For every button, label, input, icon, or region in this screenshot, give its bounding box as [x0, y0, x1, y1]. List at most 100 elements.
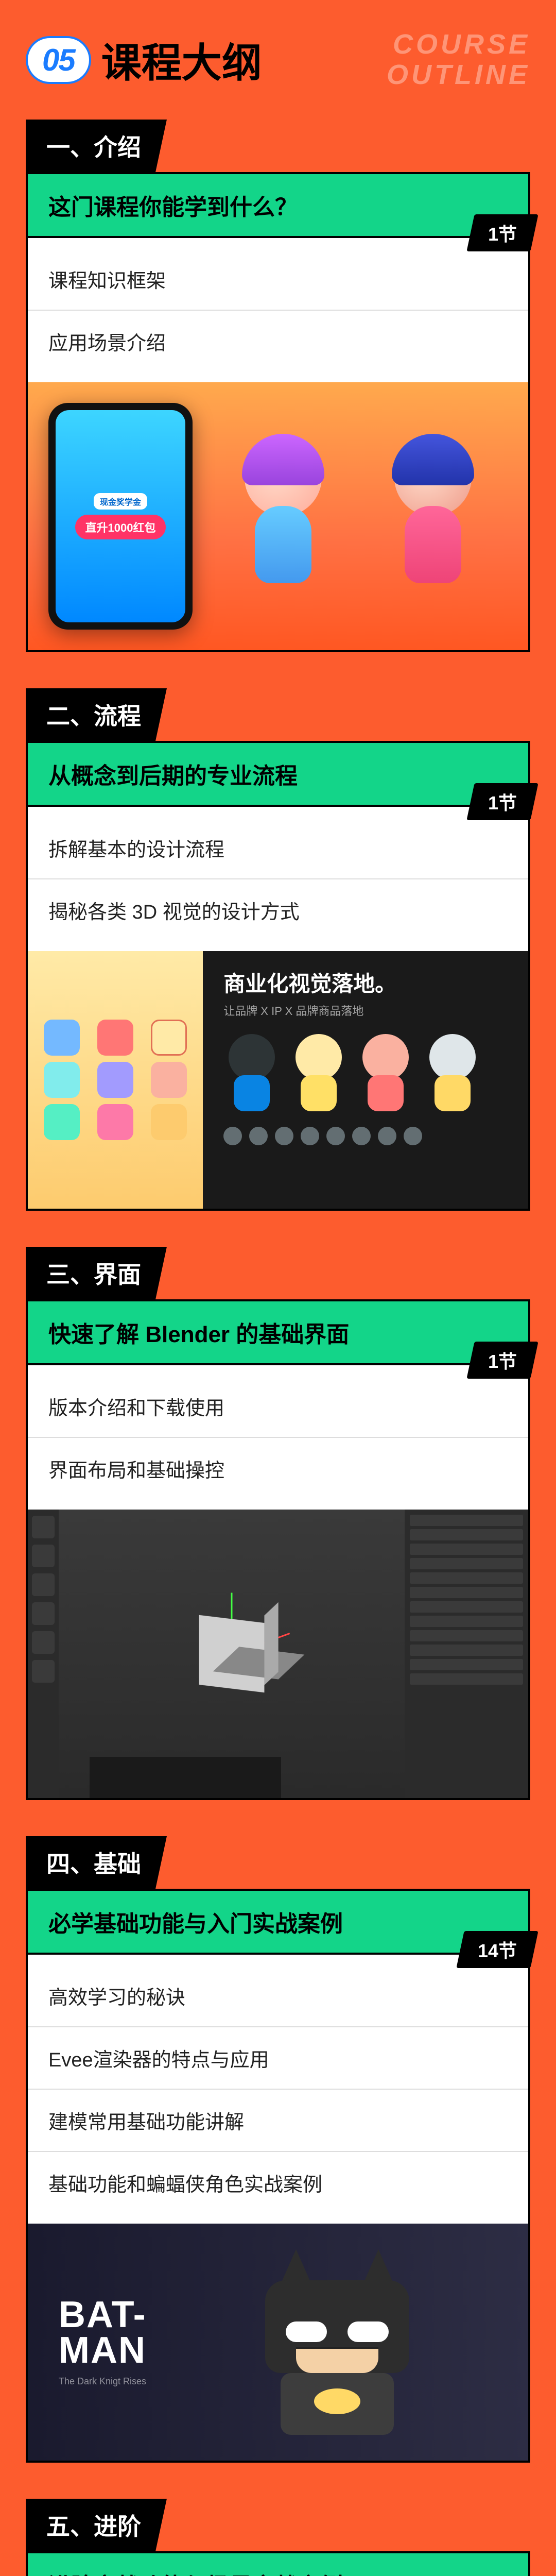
section-tag: 五、进阶	[26, 2499, 167, 2551]
character-group	[208, 434, 508, 599]
app-icon	[97, 1062, 133, 1098]
lesson-count-badge: 1节	[466, 214, 538, 251]
section-body: 这门课程你能学到什么？ 1节 课程知识框架 应用场景介绍 现金奖学金 直升100…	[26, 172, 530, 652]
phone-mockup: 现金奖学金 直升1000红包	[48, 403, 193, 630]
lesson-count-badge: 1节	[466, 783, 538, 820]
panel-row	[410, 1601, 523, 1613]
section-subtitle: 快速了解 Blender 的基础界面	[28, 1301, 528, 1365]
section-tag: 二、流程	[26, 688, 167, 741]
brand-logo-icon	[378, 1127, 396, 1145]
brand-logo-icon	[275, 1127, 293, 1145]
batman-title-line1: BAT-	[59, 2297, 147, 2332]
section-body: 从概念到后期的专业流程 1节 拆解基本的设计流程 揭秘各类 3D 视觉的设计方式…	[26, 741, 530, 1211]
panel-row	[410, 1645, 523, 1656]
tool-icon	[32, 1631, 55, 1654]
panel-row	[410, 1659, 523, 1670]
bullet-list: 拆解基本的设计流程 揭秘各类 3D 视觉的设计方式	[28, 807, 528, 951]
list-item: 基础功能和蝙蝠侠角色实战案例	[28, 2152, 528, 2213]
page: 05 课程大纲 COURSE OUTLINE 一、介绍 这门课程你能学到什么？ …	[0, 0, 556, 2576]
section-tag: 三、界面	[26, 1247, 167, 1299]
panel-row	[410, 1529, 523, 1540]
subtitle-line1: COURSE	[387, 29, 530, 60]
panel-row	[410, 1544, 523, 1555]
blender-timeline	[90, 1757, 281, 1798]
app-icon	[44, 1020, 80, 1056]
character-icon	[387, 434, 479, 599]
character-icon	[223, 1034, 280, 1116]
panel-row	[410, 1630, 523, 1641]
blender-viewport	[59, 1510, 405, 1798]
section-image: 现金奖学金 直升1000红包	[28, 382, 528, 650]
panel-row	[410, 1673, 523, 1685]
batman-subtitle: The Dark Knigt Rises	[59, 2376, 147, 2387]
image-title: 商业化视觉落地。	[223, 967, 508, 998]
list-item: Evee渲染器的特点与应用	[28, 2027, 528, 2090]
bullet-list: 高效学习的秘诀 Evee渲染器的特点与应用 建模常用基础功能讲解 基础功能和蝙蝠…	[28, 1955, 528, 2224]
section-1: 一、介绍 这门课程你能学到什么？ 1节 课程知识框架 应用场景介绍 现金奖学金 …	[26, 120, 530, 652]
subtitle-line2: OUTLINE	[387, 60, 530, 90]
phone-screen: 现金奖学金 直升1000红包	[56, 410, 185, 622]
tool-icon	[32, 1602, 55, 1625]
character-row	[223, 1034, 508, 1116]
section-header: 05 课程大纲 COURSE OUTLINE	[26, 31, 530, 89]
app-icon	[44, 1062, 80, 1098]
lesson-count-badge: 14节	[456, 1931, 538, 1968]
app-icon	[151, 1020, 187, 1056]
header-subtitle: COURSE OUTLINE	[387, 29, 530, 91]
batman-icon	[265, 2249, 409, 2435]
batman-title-line2: MAN	[59, 2333, 147, 2368]
character-icon	[424, 1034, 481, 1116]
batman-character	[178, 2249, 497, 2435]
blender-toolbar	[28, 1510, 59, 1798]
brand-logo-icon	[301, 1127, 319, 1145]
brand-logo-icon	[223, 1127, 242, 1145]
app-icon	[97, 1020, 133, 1056]
section-3: 三、界面 快速了解 Blender 的基础界面 1节 版本介绍和下载使用 界面布…	[26, 1247, 530, 1800]
panel-row	[410, 1515, 523, 1526]
blender-properties-panel	[405, 1510, 528, 1798]
panel-row	[410, 1616, 523, 1627]
brand-logo-icon	[352, 1127, 371, 1145]
section-subtitle: 这门课程你能学到什么？	[28, 174, 528, 238]
list-item: 高效学习的秘诀	[28, 1965, 528, 2027]
section-tag: 四、基础	[26, 1836, 167, 1889]
section-subtitle: 进阶实战功能与场景实战案例	[28, 2553, 528, 2576]
page-title: 课程大纲	[101, 31, 262, 89]
section-5: 五、进阶 进阶实战功能与场景实战案例 26节 进阶功能详细讲解 Cycles 渲…	[26, 2499, 530, 2576]
brand-logo-icon	[404, 1127, 422, 1145]
blender-screenshot	[28, 1510, 528, 1798]
batman-text-block: BAT- MAN The Dark Knigt Rises	[59, 2297, 147, 2387]
brand-logo-icon	[326, 1127, 345, 1145]
panel-row	[410, 1572, 523, 1584]
list-item: 版本介绍和下载使用	[28, 1376, 528, 1438]
section-2: 二、流程 从概念到后期的专业流程 1节 拆解基本的设计流程 揭秘各类 3D 视觉…	[26, 688, 530, 1211]
header-badge: 05	[26, 36, 91, 84]
list-item: 建模常用基础功能讲解	[28, 2090, 528, 2152]
section-subtitle: 必学基础功能与入门实战案例	[28, 1891, 528, 1955]
logo-row	[223, 1127, 508, 1145]
character-icon	[357, 1034, 414, 1116]
panel-row	[410, 1587, 523, 1598]
list-item: 界面布局和基础操控	[28, 1438, 528, 1499]
lesson-count-badge: 1节	[466, 1342, 538, 1379]
section-body: 必学基础功能与入门实战案例 14节 高效学习的秘诀 Evee渲染器的特点与应用 …	[26, 1889, 530, 2463]
app-icon	[151, 1062, 187, 1098]
section-image: BAT- MAN The Dark Knigt Rises	[28, 2224, 528, 2461]
panel-row	[410, 1558, 523, 1569]
tool-icon	[32, 1660, 55, 1683]
cube-mesh-icon	[199, 1615, 265, 1693]
section-tag: 一、介绍	[26, 120, 167, 172]
tool-icon	[32, 1545, 55, 1567]
image-right-panel: 商业化视觉落地。 让品牌 X IP X 品牌商品落地	[203, 951, 528, 1209]
image-subtitle: 让品牌 X IP X 品牌商品落地	[223, 1002, 508, 1019]
app-icon	[44, 1104, 80, 1140]
tool-icon	[32, 1573, 55, 1596]
section-body: 快速了解 Blender 的基础界面 1节 版本介绍和下载使用 界面布局和基础操…	[26, 1299, 530, 1800]
icon-grid	[28, 951, 203, 1209]
section-body: 进阶实战功能与场景实战案例 26节 进阶功能详细讲解 Cycles 渲染器的特点…	[26, 2551, 530, 2576]
section-subtitle: 从概念到后期的专业流程	[28, 743, 528, 807]
badge-number: 05	[42, 42, 75, 78]
character-icon	[237, 434, 329, 599]
character-icon	[290, 1034, 347, 1116]
bullet-list: 版本介绍和下载使用 界面布局和基础操控	[28, 1365, 528, 1510]
